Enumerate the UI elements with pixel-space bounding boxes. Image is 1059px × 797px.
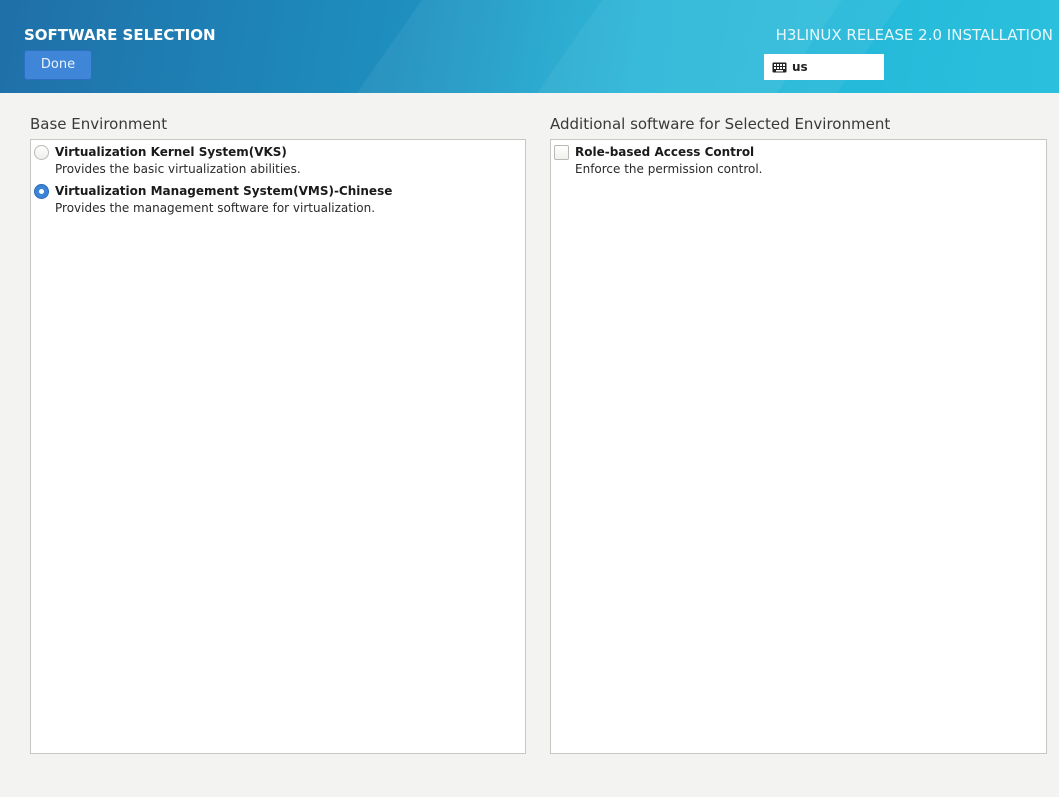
option-label: Virtualization Management System(VMS)-Ch…: [55, 184, 393, 198]
radio-button[interactable]: [34, 145, 49, 160]
page-title: SOFTWARE SELECTION: [24, 26, 216, 44]
keyboard-layout-indicator[interactable]: us: [764, 54, 884, 80]
additional-software-list: Role-based Access Control Enforce the pe…: [550, 139, 1047, 754]
option-description: Enforce the permission control.: [575, 162, 763, 176]
radio-button-selected[interactable]: [34, 184, 49, 199]
header-bar: SOFTWARE SELECTION Done H3LINUX RELEASE …: [0, 0, 1059, 93]
keyboard-layout-label: us: [792, 60, 808, 74]
checkbox[interactable]: [554, 145, 569, 160]
product-title: H3LINUX RELEASE 2.0 INSTALLATION: [775, 26, 1053, 44]
option-label: Role-based Access Control: [575, 145, 755, 159]
done-button[interactable]: Done: [24, 50, 92, 80]
option-description: Provides the basic virtualization abilit…: [55, 162, 301, 176]
option-label: Virtualization Kernel System(VKS): [55, 145, 287, 159]
additional-software-heading: Additional software for Selected Environ…: [550, 115, 891, 133]
base-environment-list: Virtualization Kernel System(VKS) Provid…: [30, 139, 526, 754]
keyboard-icon: [772, 62, 787, 72]
base-environment-heading: Base Environment: [30, 115, 168, 133]
option-description: Provides the management software for vir…: [55, 201, 376, 215]
